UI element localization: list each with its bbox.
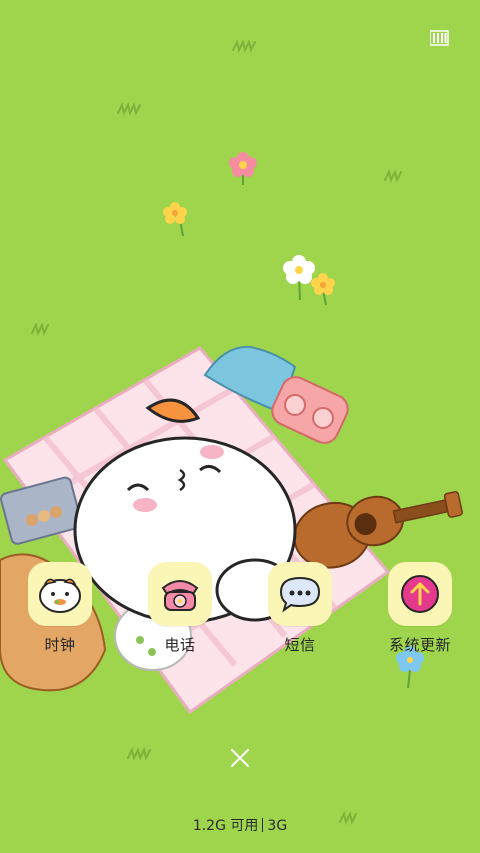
app-system-update-label: 系统更新 xyxy=(388,636,451,654)
app-phone-label: 电话 xyxy=(164,636,196,654)
hamster-clock-icon xyxy=(28,562,92,626)
app-clock[interactable]: 时钟 xyxy=(15,562,105,655)
memory-divider xyxy=(262,818,264,832)
battery-icon xyxy=(430,30,449,46)
telephone-icon xyxy=(148,562,212,626)
memory-total: 3G xyxy=(267,818,288,834)
update-arrow-icon xyxy=(388,562,452,626)
app-messages[interactable]: 短信 xyxy=(255,562,345,655)
wallpaper-illustration xyxy=(0,39,463,825)
app-clock-label: 时钟 xyxy=(44,636,76,654)
message-bubble-icon xyxy=(268,562,332,626)
memory-available: 1.2G 可用 xyxy=(192,818,259,834)
memory-status: 1.2G 可用 3G xyxy=(0,815,480,835)
app-phone[interactable]: 电话 xyxy=(135,562,225,655)
app-system-update[interactable]: 系统更新 xyxy=(375,562,465,655)
app-messages-label: 短信 xyxy=(284,636,316,654)
close-icon[interactable] xyxy=(228,746,252,770)
